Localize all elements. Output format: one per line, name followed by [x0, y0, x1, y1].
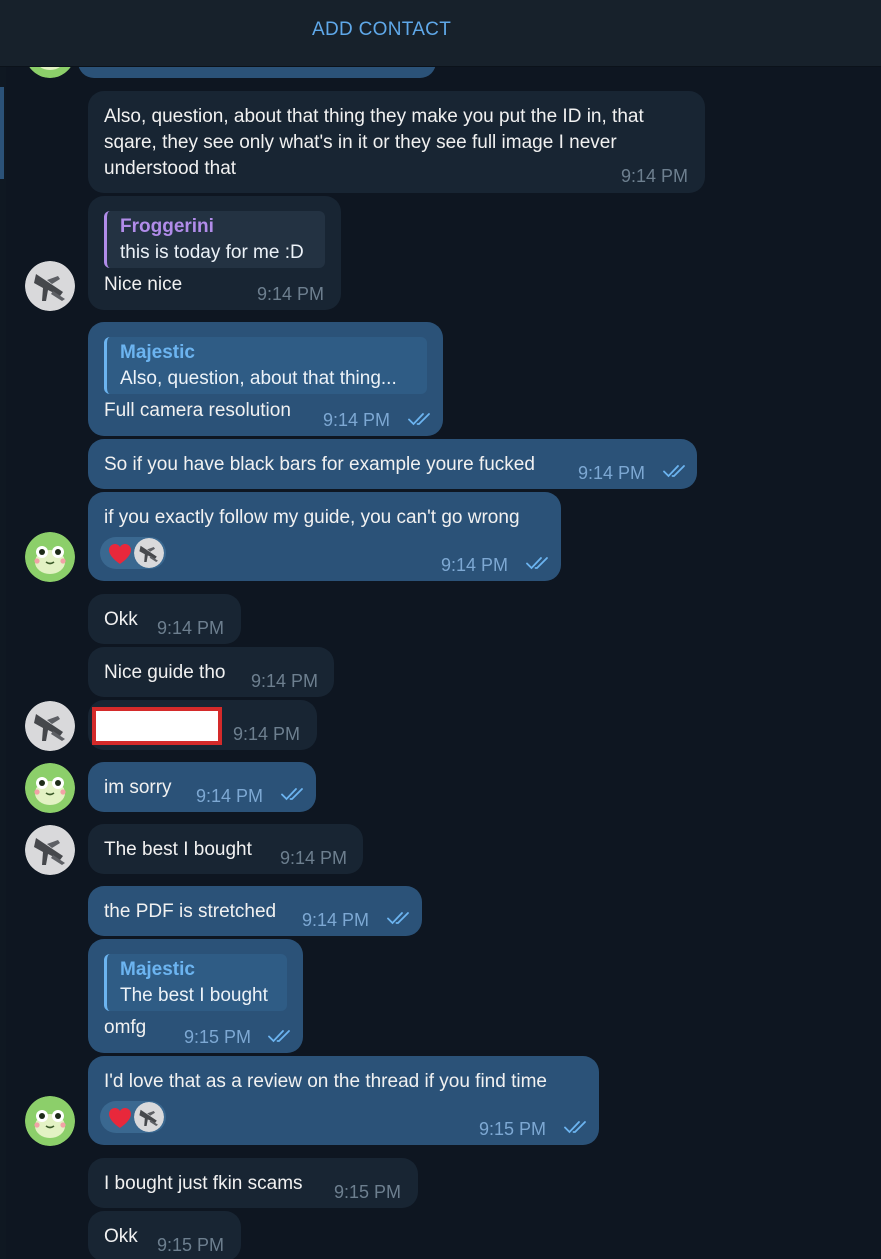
jet-avatar[interactable]: [25, 701, 75, 751]
message-bubble[interactable]: 9:14 PM: [88, 700, 317, 750]
message-text: I bought just fkin scams: [104, 1173, 303, 1194]
message-bubble[interactable]: Nice guide tho 9:14 PM: [88, 647, 334, 697]
reply-text: Also, question, about that thing...: [120, 368, 397, 389]
heart-icon: [108, 1107, 132, 1129]
reply-author: Froggerini: [120, 216, 214, 237]
message-text: if you exactly follow my guide, you can'…: [104, 507, 520, 528]
reply-author: Majestic: [120, 342, 195, 363]
message-time: 9:14 PM: [441, 555, 509, 575]
frog-avatar[interactable]: [25, 1096, 75, 1146]
read-ticks-icon: [564, 1120, 590, 1134]
message-text: omfg: [104, 1017, 147, 1038]
message-text: Nice nice: [104, 274, 183, 295]
frog-avatar[interactable]: [25, 763, 75, 813]
message-time: 9:14 PM: [157, 618, 225, 638]
reply-quote[interactable]: Majestic The best I bought: [104, 954, 287, 1011]
reaction-badge[interactable]: [100, 537, 166, 569]
message-bubble[interactable]: Okk 9:15 PM: [88, 1211, 241, 1259]
message-time: 9:14 PM: [621, 166, 689, 186]
chat-list-edge: [0, 67, 6, 1259]
message-time: 9:14 PM: [233, 724, 301, 744]
read-ticks-icon: [408, 412, 434, 426]
message-text: I'd love that as a review on the thread …: [104, 1071, 547, 1092]
message-time: 9:15 PM: [479, 1119, 547, 1139]
read-ticks-icon: [663, 464, 689, 478]
reaction-badge[interactable]: [100, 1101, 166, 1133]
read-ticks-icon: [387, 911, 413, 925]
message-bubble[interactable]: I bought just fkin scams 9:15 PM: [88, 1158, 418, 1208]
message-text: im sorry: [104, 777, 172, 798]
message-time: 9:14 PM: [578, 463, 646, 483]
message-time: 9:14 PM: [251, 671, 319, 691]
message-time: 9:15 PM: [334, 1182, 402, 1202]
message-time: 9:15 PM: [157, 1235, 225, 1255]
message-bubble[interactable]: Froggerini this is today for me :D Nice …: [88, 196, 341, 310]
message-bubble[interactable]: Majestic The best I bought omfg 9:15 PM: [88, 939, 303, 1053]
message-bubble[interactable]: The best I bought 9:14 PM: [88, 824, 363, 874]
message-text: Nice guide tho: [104, 662, 226, 683]
message-text: Also, question, about that thing they ma…: [104, 106, 644, 179]
reply-text: this is today for me :D: [120, 242, 304, 263]
message-text: the PDF is stretched: [104, 901, 277, 922]
message-bubble[interactable]: So if you have black bars for example yo…: [88, 439, 697, 489]
message-bubble[interactable]: Majestic Also, question, about that thin…: [88, 322, 443, 436]
reactor-avatar: [134, 1102, 164, 1132]
chat-header: ADD CONTACT: [0, 0, 881, 67]
message-bubble[interactable]: if you exactly follow my guide, you can'…: [88, 492, 561, 581]
read-ticks-icon: [281, 787, 307, 801]
message-bubble[interactable]: Okk 9:14 PM: [88, 594, 241, 644]
message-bubble[interactable]: im sorry 9:14 PM: [88, 762, 316, 812]
reply-quote[interactable]: Froggerini this is today for me :D: [104, 211, 325, 268]
message-bubble[interactable]: I'd love that as a review on the thread …: [88, 1056, 599, 1145]
message-text: So if you have black bars for example yo…: [104, 454, 535, 475]
message-time: 9:14 PM: [323, 410, 391, 430]
jet-avatar[interactable]: [25, 825, 75, 875]
heart-icon: [108, 543, 132, 565]
message-time: 9:14 PM: [280, 848, 348, 868]
redacted-content: [92, 707, 222, 745]
scroll-indicator[interactable]: [0, 87, 4, 179]
message-time: 9:15 PM: [184, 1027, 252, 1047]
jet-avatar[interactable]: [25, 261, 75, 311]
message-bubble[interactable]: Also, question, about that thing they ma…: [88, 91, 705, 193]
message-text: Full camera resolution: [104, 400, 291, 421]
add-contact-button[interactable]: ADD CONTACT: [312, 19, 451, 41]
message-text: Okk: [104, 609, 138, 630]
message-bubble[interactable]: the PDF is stretched 9:14 PM: [88, 886, 422, 936]
reply-text: The best I bought: [120, 985, 268, 1006]
reactor-avatar: [134, 538, 164, 568]
reply-author: Majestic: [120, 959, 195, 980]
frog-avatar[interactable]: [25, 532, 75, 582]
message-time: 9:14 PM: [302, 910, 370, 930]
read-ticks-icon: [526, 556, 552, 570]
reply-quote[interactable]: Majestic Also, question, about that thin…: [104, 337, 427, 394]
message-text: The best I bought: [104, 839, 252, 860]
read-ticks-icon: [268, 1029, 294, 1043]
message-time: 9:14 PM: [257, 284, 325, 304]
message-time: 9:14 PM: [196, 786, 264, 806]
message-text: Okk: [104, 1226, 138, 1247]
